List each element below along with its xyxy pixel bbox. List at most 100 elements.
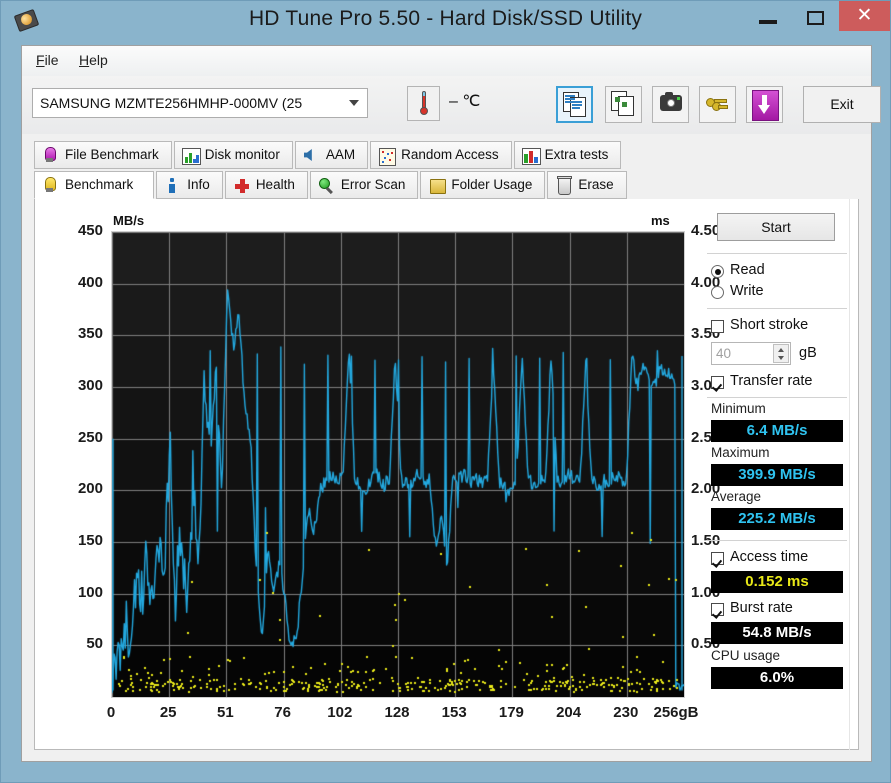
stat-maximum-label: Maximum xyxy=(711,445,770,460)
x-tick: 153 xyxy=(441,704,467,721)
drive-select-value: SAMSUNG MZMTE256HMHP-000MV (25 xyxy=(40,95,303,111)
stat-cpu-usage-label: CPU usage xyxy=(711,648,781,663)
stat-minimum-label: Minimum xyxy=(711,401,766,416)
tab-info[interactable]: Info xyxy=(156,171,223,199)
stepper-up-icon[interactable] xyxy=(778,348,784,352)
stat-cpu-usage-value: 6.0% xyxy=(711,667,843,689)
tab-row-lower: Benchmark Info Health Error Scan Folder … xyxy=(34,171,629,199)
x-tick: 102 xyxy=(327,704,353,721)
checkbox-burst-rate-indicator xyxy=(711,603,724,616)
radio-write-indicator xyxy=(711,286,724,299)
tab-extra-tests-label: Extra tests xyxy=(544,147,609,162)
tab-erase-label: Erase xyxy=(578,177,614,192)
tab-random-access-label: Random Access xyxy=(401,147,499,162)
tab-aam[interactable]: AAM xyxy=(294,141,369,169)
copy-text-icon xyxy=(563,92,587,117)
short-stroke-unit: gB xyxy=(799,345,817,361)
y-tick: 400 xyxy=(77,273,103,291)
maximize-button[interactable] xyxy=(792,1,839,31)
tab-folder-usage-label: Folder Usage xyxy=(451,177,533,192)
stepper-down-icon[interactable] xyxy=(778,356,784,360)
window-controls: ✕ xyxy=(745,1,890,39)
menu-file[interactable]: File xyxy=(36,52,59,68)
info-icon xyxy=(163,176,182,195)
y-tick: 200 xyxy=(77,480,103,498)
bar-chart-icon xyxy=(181,146,201,165)
x-tick: 230 xyxy=(613,704,639,721)
stat-average-value: 225.2 MB/s xyxy=(711,508,843,530)
toolbar: SAMSUNG MZMTE256HMHP-000MV (25 – ℃ Exit xyxy=(22,76,881,134)
checkbox-transfer-rate-label: Transfer rate xyxy=(730,373,813,389)
chart-plot-area xyxy=(111,231,685,698)
client-area: File Help SAMSUNG MZMTE256HMHP-000MV (25… xyxy=(21,45,881,762)
usb-key-button[interactable] xyxy=(699,86,736,123)
checkbox-access-time-label: Access time xyxy=(730,549,809,565)
checkbox-transfer-rate-indicator xyxy=(711,376,724,389)
exit-button[interactable]: Exit xyxy=(803,86,881,123)
thermometer-icon xyxy=(420,91,428,118)
bulb-magenta-icon xyxy=(41,146,60,165)
y-tick: 300 xyxy=(77,377,103,394)
tab-extra-tests[interactable]: Extra tests xyxy=(513,141,622,169)
start-button[interactable]: Start xyxy=(717,213,835,241)
stat-burst-rate-value: 54.8 MB/s xyxy=(711,622,843,644)
magnifier-icon xyxy=(317,176,336,195)
tab-erase[interactable]: Erase xyxy=(547,171,627,199)
tab-random-access[interactable]: Random Access xyxy=(370,141,512,169)
menu-help[interactable]: Help xyxy=(79,52,108,68)
checkbox-short-stroke-indicator xyxy=(711,320,724,333)
minimize-button[interactable] xyxy=(745,1,792,31)
y-tick: 250 xyxy=(77,428,103,446)
speaker-icon xyxy=(302,146,321,165)
x-tick: 128 xyxy=(384,704,410,721)
copy-image-button[interactable] xyxy=(605,86,642,123)
radio-write-label: Write xyxy=(730,283,764,299)
checkbox-access-time-indicator xyxy=(711,552,724,565)
tab-health[interactable]: Health xyxy=(224,171,308,199)
x-tick: 25 xyxy=(159,704,177,721)
menu-file-rest: ile xyxy=(44,52,59,68)
tab-file-benchmark-label: File Benchmark xyxy=(65,147,159,162)
checkbox-short-stroke-label: Short stroke xyxy=(730,317,809,333)
tab-aam-label: AAM xyxy=(325,147,356,162)
temperature-value: – ℃ xyxy=(449,93,481,110)
download-button[interactable] xyxy=(746,86,783,123)
random-dots-icon xyxy=(377,146,397,166)
short-stroke-input[interactable]: 40 xyxy=(711,342,791,365)
red-cross-icon xyxy=(232,176,251,195)
title-bar: HD Tune Pro 5.50 - Hard Disk/SSD Utility… xyxy=(1,1,890,39)
radio-read-label: Read xyxy=(730,262,765,278)
x-tick: 76 xyxy=(274,704,291,721)
menu-help-rest: elp xyxy=(89,52,108,68)
app-window: HD Tune Pro 5.50 - Hard Disk/SSD Utility… xyxy=(0,0,891,783)
short-stroke-value: 40 xyxy=(716,346,732,361)
menu-bar: File Help xyxy=(22,46,871,77)
benchmark-chart: MB/s ms 450 400 350 300 250 200 150 100 50 4.50 4… xyxy=(55,213,720,734)
chart-left-axis-label: MB/s xyxy=(113,213,145,228)
bulb-yellow-icon xyxy=(41,176,60,195)
usb-key-icon xyxy=(706,95,729,113)
screenshot-camera-icon xyxy=(660,92,682,111)
download-arrow-icon xyxy=(752,90,779,121)
stat-maximum-value: 399.9 MB/s xyxy=(711,464,843,486)
drive-select[interactable]: SAMSUNG MZMTE256HMHP-000MV (25 xyxy=(32,88,368,118)
tab-disk-monitor[interactable]: Disk monitor xyxy=(173,141,293,169)
tab-error-scan[interactable]: Error Scan xyxy=(309,171,419,199)
tab-benchmark-label: Benchmark xyxy=(65,177,134,192)
stat-minimum-value: 6.4 MB/s xyxy=(711,420,843,442)
panel-divider xyxy=(849,199,850,750)
tab-file-benchmark[interactable]: File Benchmark xyxy=(34,141,172,169)
folder-icon xyxy=(427,176,447,195)
tab-folder-usage[interactable]: Folder Usage xyxy=(420,171,546,199)
checkbox-burst-rate-label: Burst rate xyxy=(730,600,793,616)
tab-benchmark[interactable]: Benchmark xyxy=(34,171,155,199)
copy-text-button[interactable] xyxy=(556,86,593,123)
tab-row-upper: File Benchmark Disk monitor AAM Random A… xyxy=(34,141,623,169)
screenshot-button[interactable] xyxy=(652,86,689,123)
tab-disk-monitor-label: Disk monitor xyxy=(204,147,280,162)
close-icon: ✕ xyxy=(856,5,873,26)
stat-average-label: Average xyxy=(711,489,762,504)
short-stroke-stepper[interactable] xyxy=(773,344,789,363)
temperature-button[interactable] xyxy=(407,86,440,121)
close-button[interactable]: ✕ xyxy=(839,1,890,31)
